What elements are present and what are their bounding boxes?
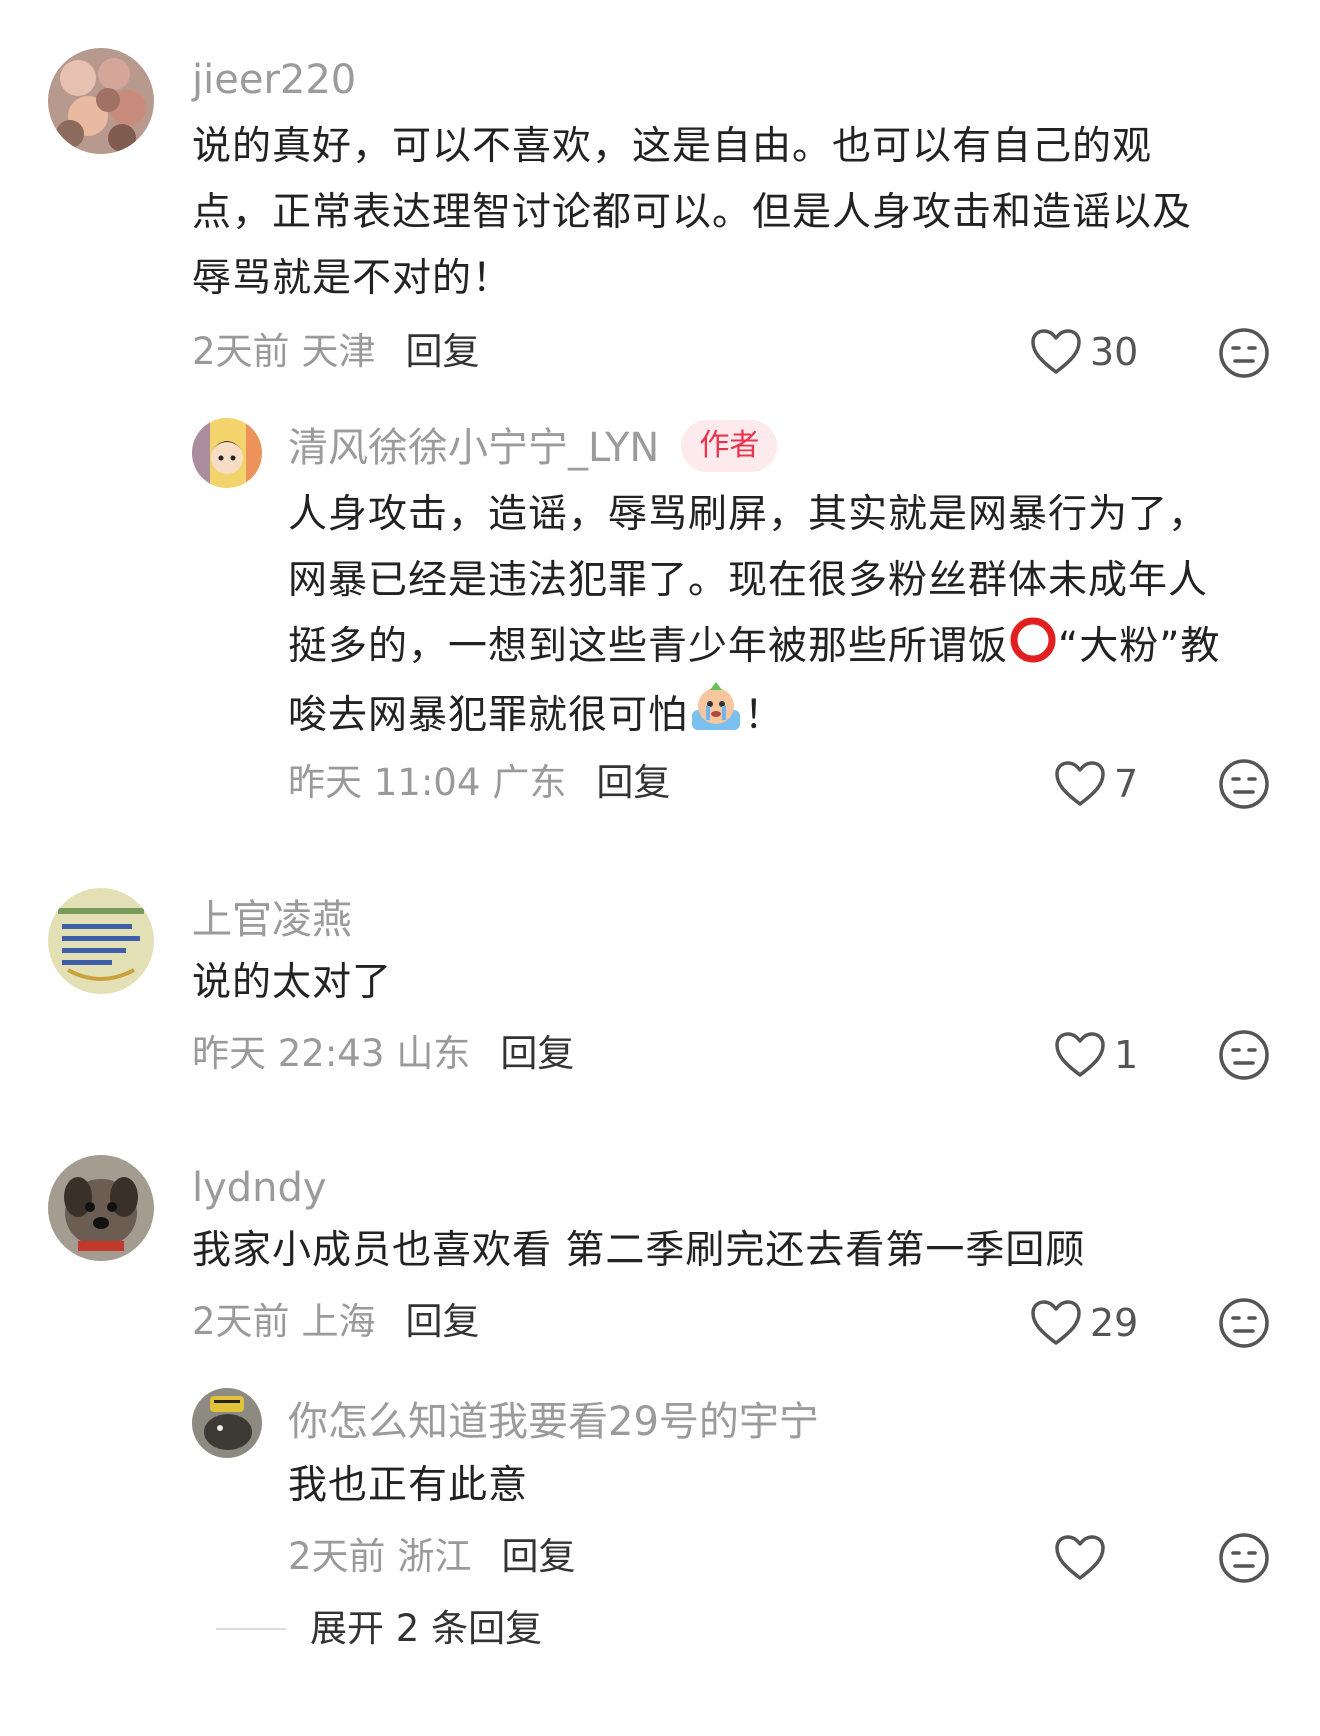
comment-meta: 2天前 上海 回复 [192, 1299, 480, 1345]
dislike-button[interactable] [1218, 1297, 1270, 1349]
comment-text: 我也正有此意 [288, 1453, 1298, 1519]
heart-outline-icon [1031, 1300, 1081, 1345]
username[interactable]: 上官凌燕 [192, 896, 352, 944]
heart-outline-icon [1055, 1535, 1105, 1580]
comment-meta: 昨天 11:04 广东 回复 [288, 760, 670, 806]
comment-list: jieer220 说的真好，可以不喜欢，这是自由。也可以有自己的观 点，正常表达… [0, 0, 1320, 1736]
comment-text: 我家小成员也喜欢看 第二季刷完还去看第一季回顾 [192, 1218, 1252, 1284]
timestamp: 2天前 [192, 1300, 290, 1343]
reply-button[interactable]: 回复 [406, 330, 480, 373]
comment-text-line: 挺多的，一想到这些青少年被那些所谓饭 “大粉”教 [288, 614, 1298, 680]
comment-text-line: 我家小成员也喜欢看 第二季刷完还去看第一季回顾 [192, 1228, 1086, 1273]
dislike-button[interactable] [1218, 758, 1270, 810]
crying-emoji [692, 682, 741, 730]
reply-button[interactable]: 回复 [596, 761, 670, 804]
avatar[interactable] [192, 1388, 262, 1458]
like-button[interactable]: 7 [1054, 754, 1138, 814]
reply-button[interactable]: 回复 [406, 1300, 480, 1343]
location: 广东 [492, 761, 567, 804]
comment-text: 说的太对了 [192, 950, 1252, 1016]
comment-text: 说的真好，可以不喜欢，这是自由。也可以有自己的观 点，正常表达理智讨论都可以。但… [192, 114, 1252, 312]
timestamp: 2天前 [192, 330, 290, 373]
dislike-button[interactable] [1218, 1029, 1270, 1081]
comment-text-line: 网暴已经是违法犯罪了。现在很多粉丝群体未成年人 [288, 558, 1209, 603]
comment-text-line: 我也正有此意 [288, 1463, 529, 1508]
heart-outline-icon [1031, 329, 1081, 374]
username[interactable]: lydndy [192, 1164, 327, 1212]
comment-meta: 2天前 浙江 回复 [288, 1534, 576, 1580]
location: 上海 [301, 1300, 376, 1343]
comment-text: 人身攻击，造谣，辱骂刷屏，其实就是网暴行为了， 网暴已经是违法犯罪了。现在很多粉… [288, 482, 1298, 749]
comment-text-line: 点，正常表达理智讨论都可以。但是人身攻击和造谣以及 [192, 190, 1193, 235]
like-count: 7 [1114, 762, 1139, 806]
comment-text-line: 唆去网暴犯罪就很可怕 ！ [288, 680, 1298, 749]
avatar[interactable] [48, 48, 154, 154]
comment-text-line: 说的真好，可以不喜欢，这是自由。也可以有自己的观 [192, 124, 1153, 169]
like-button[interactable]: 30 [1030, 322, 1138, 382]
like-count: 29 [1090, 1301, 1139, 1345]
location: 浙江 [397, 1535, 472, 1578]
avatar[interactable] [48, 888, 154, 994]
location: 山东 [396, 1032, 471, 1075]
comment-text-line: 说的太对了 [192, 960, 393, 1005]
username[interactable]: 你怎么知道我要看29号的宇宁 [288, 1398, 819, 1446]
expand-replies-label: 展开 2 条回复 [310, 1607, 543, 1650]
author-badge: 作者 [681, 420, 778, 472]
timestamp: 昨天 22:43 [192, 1032, 385, 1075]
username-text[interactable]: 清风徐徐小宁宁_LYN [288, 425, 659, 471]
expand-replies-button[interactable]: 展开 2 条回复 [216, 1605, 542, 1653]
comment-text-line: 人身攻击，造谣，辱骂刷屏，其实就是网暴行为了， [288, 492, 1209, 537]
avatar[interactable] [48, 1155, 154, 1261]
meh-face-icon [1219, 1298, 1269, 1348]
like-count: 30 [1090, 330, 1139, 374]
reply-button[interactable]: 回复 [500, 1032, 574, 1075]
like-button[interactable] [1054, 1528, 1114, 1588]
like-button[interactable]: 29 [1030, 1293, 1138, 1353]
timestamp: 2天前 [288, 1535, 386, 1578]
comment-text-segment: ！ [744, 693, 785, 738]
divider [216, 1628, 286, 1630]
meh-face-icon [1219, 759, 1269, 809]
heart-outline-icon [1055, 1032, 1105, 1077]
dislike-button[interactable] [1218, 327, 1270, 379]
avatar[interactable] [192, 418, 262, 488]
reply-button[interactable]: 回复 [502, 1535, 576, 1578]
comment-meta: 2天前 天津 回复 [192, 329, 480, 375]
meh-face-icon [1219, 1533, 1269, 1583]
meh-face-icon [1219, 328, 1269, 378]
heart-outline-icon [1055, 761, 1105, 806]
comment-text-line: 辱骂就是不对的！ [192, 256, 513, 301]
like-button[interactable]: 1 [1054, 1025, 1138, 1085]
timestamp: 昨天 11:04 [288, 761, 481, 804]
comment-meta: 昨天 22:43 山东 回复 [192, 1031, 574, 1077]
red-circle-emoji [1010, 617, 1056, 663]
comment-text-segment: “大粉”教 [1058, 624, 1221, 669]
username: 清风徐徐小宁宁_LYN 作者 [288, 420, 778, 476]
like-count: 1 [1114, 1033, 1139, 1077]
comment-text-segment: 唆去网暴犯罪就很可怕 [288, 693, 689, 738]
meh-face-icon [1219, 1030, 1269, 1080]
location: 天津 [301, 330, 376, 373]
dislike-button[interactable] [1218, 1532, 1270, 1584]
comment-text-segment: 挺多的，一想到这些青少年被那些所谓饭 [288, 624, 1009, 669]
username[interactable]: jieer220 [192, 56, 356, 104]
